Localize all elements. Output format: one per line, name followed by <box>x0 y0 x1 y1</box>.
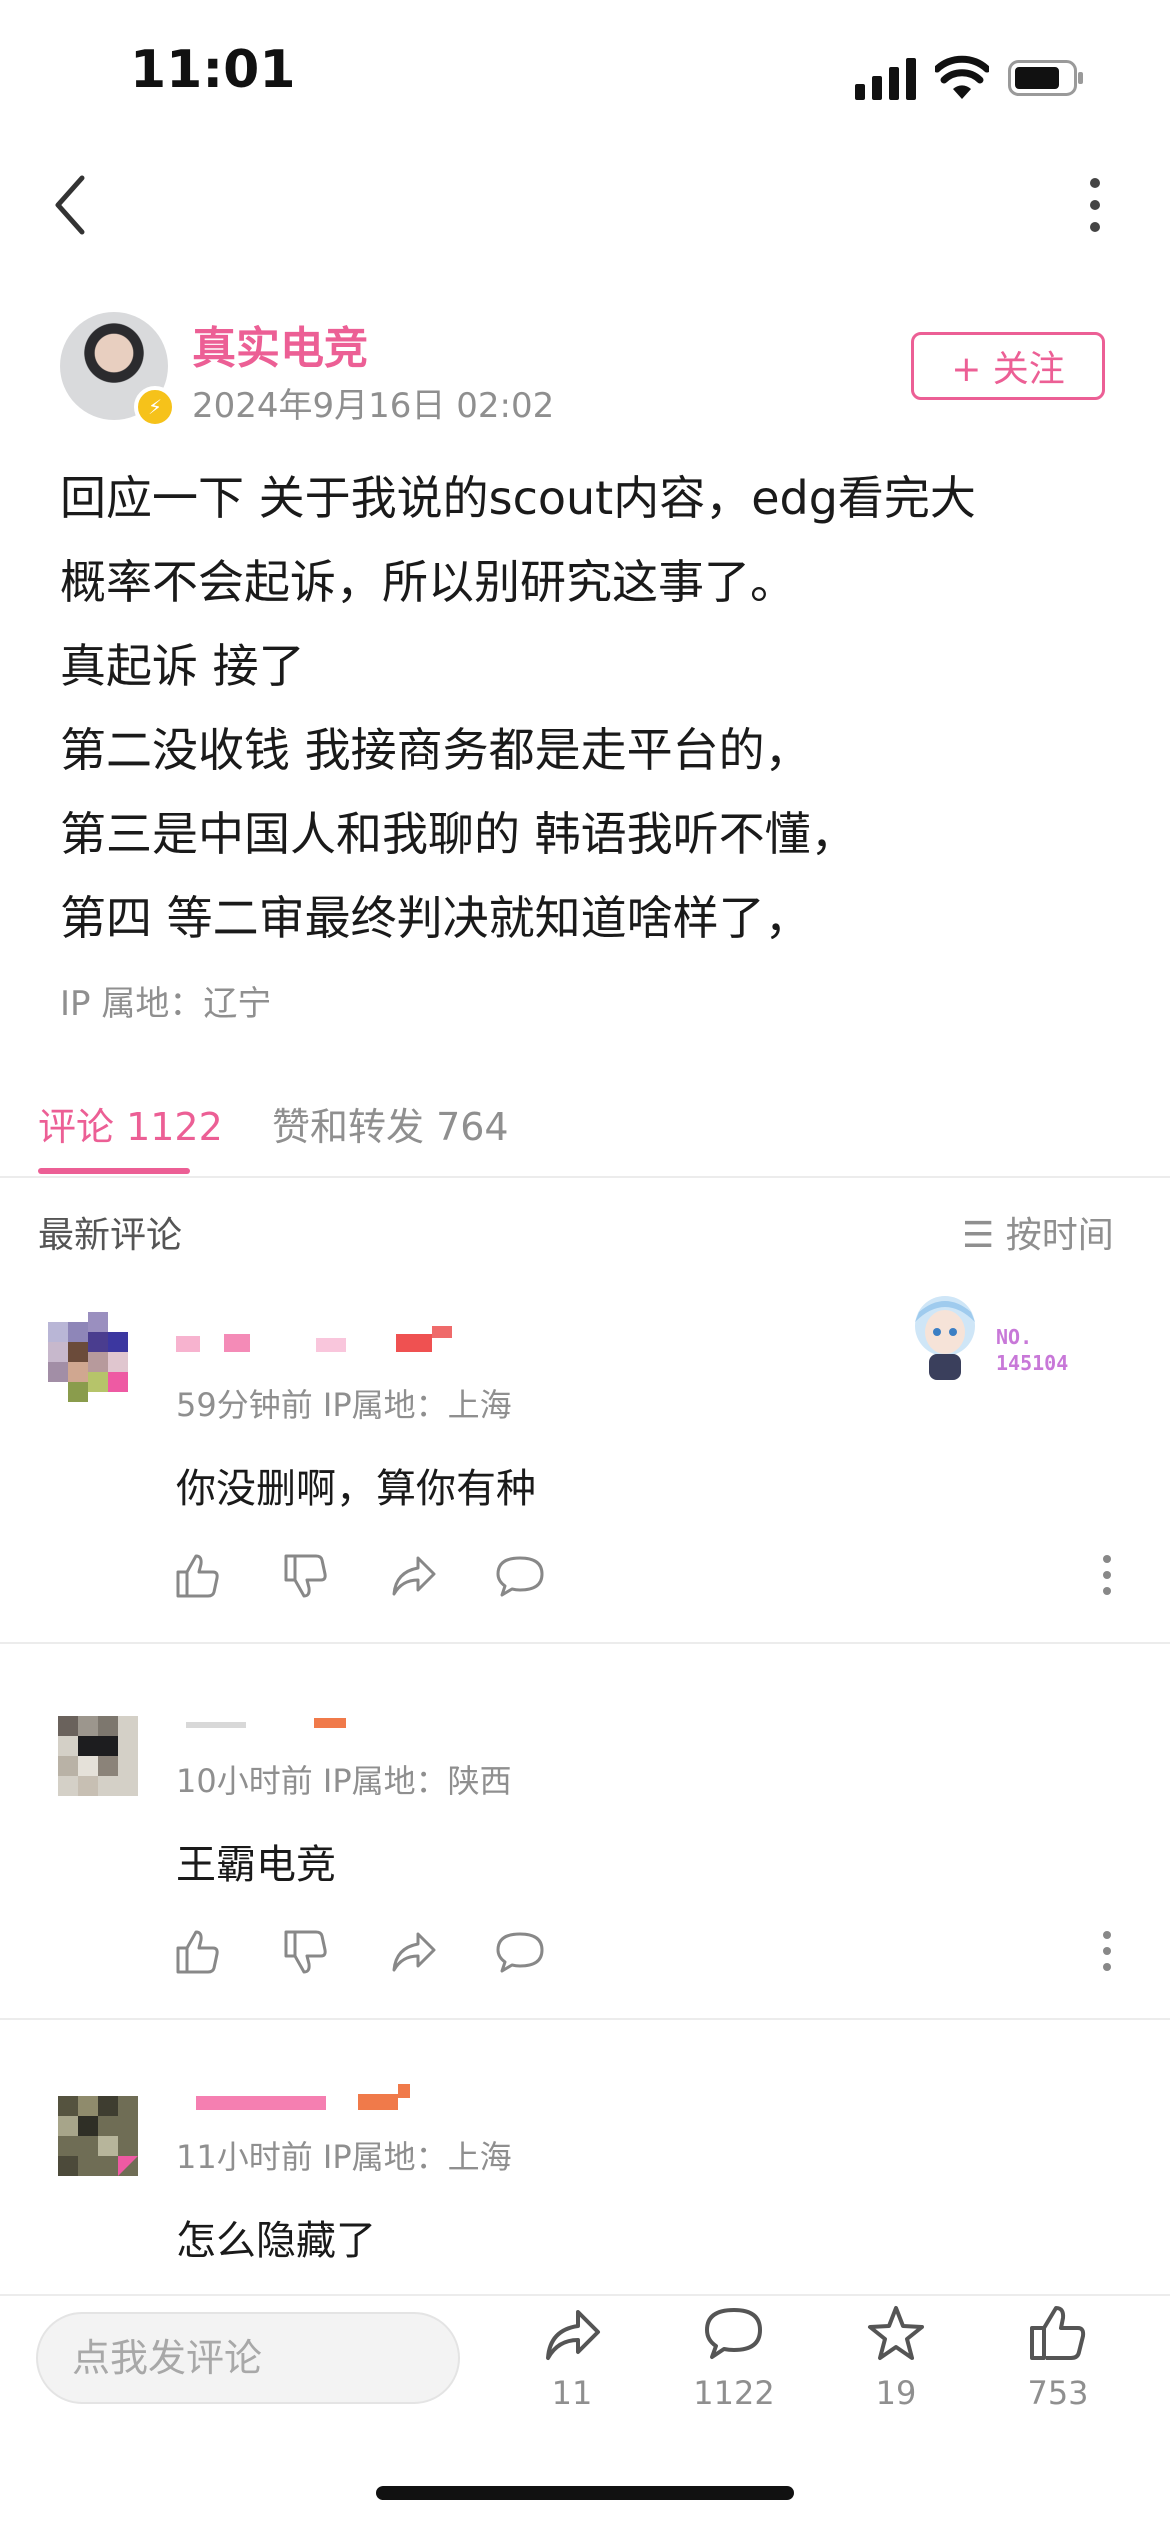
commenter-name-redacted[interactable] <box>176 1324 456 1354</box>
battery-icon <box>1008 60 1083 96</box>
comment-more-icon[interactable] <box>1096 1552 1118 1598</box>
comment-text: 怎么隐藏了 <box>176 2218 376 2264</box>
post-line: 真起诉 接了 <box>60 639 305 693</box>
like-icon[interactable] <box>172 1550 224 1602</box>
tab-active-underline <box>38 1168 190 1174</box>
sort-by-time-button[interactable]: ☰ 按时间 <box>962 1206 1114 1258</box>
comment-text: 你没删啊，算你有种 <box>176 1466 536 1512</box>
commenter-avatar[interactable] <box>38 1312 138 1412</box>
divider <box>0 1176 1170 1178</box>
tab-comments[interactable]: 评论 1122 <box>38 1096 223 1151</box>
dislike-icon[interactable] <box>280 1926 332 1978</box>
cellular-signal-icon <box>855 58 916 100</box>
more-options-icon[interactable] <box>1080 170 1110 240</box>
sort-label: 按时间 <box>1005 1215 1114 1256</box>
member-number-badge: NO. 145104 <box>996 1324 1068 1376</box>
commenter-avatar[interactable] <box>38 1710 138 1810</box>
repost-count: 11 <box>551 2374 593 2412</box>
divider <box>0 1642 1170 1644</box>
status-time: 11:01 <box>130 40 296 100</box>
comment-count: 1122 <box>693 2374 775 2412</box>
commenter-name-redacted[interactable] <box>176 2082 426 2112</box>
post-ip-location: IP 属地：辽宁 <box>60 984 272 1024</box>
post-line: 第四 等二审最终判决就知道啥样了， <box>60 891 811 945</box>
commenter-avatar[interactable] <box>38 2090 138 2190</box>
commenter-name-redacted[interactable] <box>176 1700 376 1730</box>
back-chevron-icon[interactable] <box>50 170 90 240</box>
share-icon[interactable] <box>388 1926 440 1978</box>
repost-icon[interactable] <box>540 2302 604 2366</box>
latest-comments-title: 最新评论 <box>38 1215 183 1256</box>
like-icon[interactable] <box>1026 2302 1090 2366</box>
post-line: 概率不会起诉，所以别研究这事了。 <box>60 555 796 609</box>
post-line: 第三是中国人和我聊的 韩语我听不懂， <box>60 807 857 861</box>
post-content: 回应一下 关于我说的scout内容，edg看完大 概率不会起诉，所以别研究这事了… <box>60 456 1120 960</box>
author-name[interactable]: 真实电竞 <box>192 312 368 376</box>
reply-comment-icon[interactable] <box>494 1926 546 1978</box>
wifi-icon <box>935 55 989 99</box>
comment-meta: 11小时前 IP属地：上海 <box>176 2138 512 2176</box>
dislike-icon[interactable] <box>280 1550 332 1602</box>
reply-comment-icon[interactable] <box>494 1550 546 1602</box>
favorite-count: 19 <box>875 2374 917 2412</box>
share-icon[interactable] <box>388 1550 440 1602</box>
comment-meta: 59分钟前 IP属地：上海 <box>176 1386 512 1424</box>
list-icon: ☰ <box>962 1215 1006 1256</box>
comment-input[interactable]: 点我发评论 <box>36 2312 460 2404</box>
home-indicator <box>376 2486 794 2500</box>
badge-no-value: 145104 <box>996 1351 1069 1375</box>
comment-meta: 10小时前 IP属地：陕西 <box>176 1762 512 1800</box>
comment-more-icon[interactable] <box>1096 1928 1118 1974</box>
anime-character-badge-icon <box>915 1296 975 1380</box>
divider <box>0 2018 1170 2020</box>
follow-button[interactable]: + 关注 <box>911 332 1105 400</box>
post-line: 回应一下 关于我说的scout内容，edg看完大 <box>60 471 976 525</box>
post-date: 2024年9月16日 02:02 <box>192 386 555 426</box>
tab-likes-reposts[interactable]: 赞和转发 764 <box>272 1096 509 1151</box>
comment-icon[interactable] <box>702 2302 766 2366</box>
post-line: 第二没收钱 我接商务都是走平台的， <box>60 723 811 777</box>
favorite-star-icon[interactable] <box>864 2302 928 2366</box>
like-icon[interactable] <box>172 1926 224 1978</box>
comment-text: 王霸电竞 <box>176 1842 336 1888</box>
verified-lightning-icon: ⚡ <box>134 386 176 428</box>
badge-no-label: NO. <box>996 1325 1033 1349</box>
like-count: 753 <box>1027 2374 1089 2412</box>
